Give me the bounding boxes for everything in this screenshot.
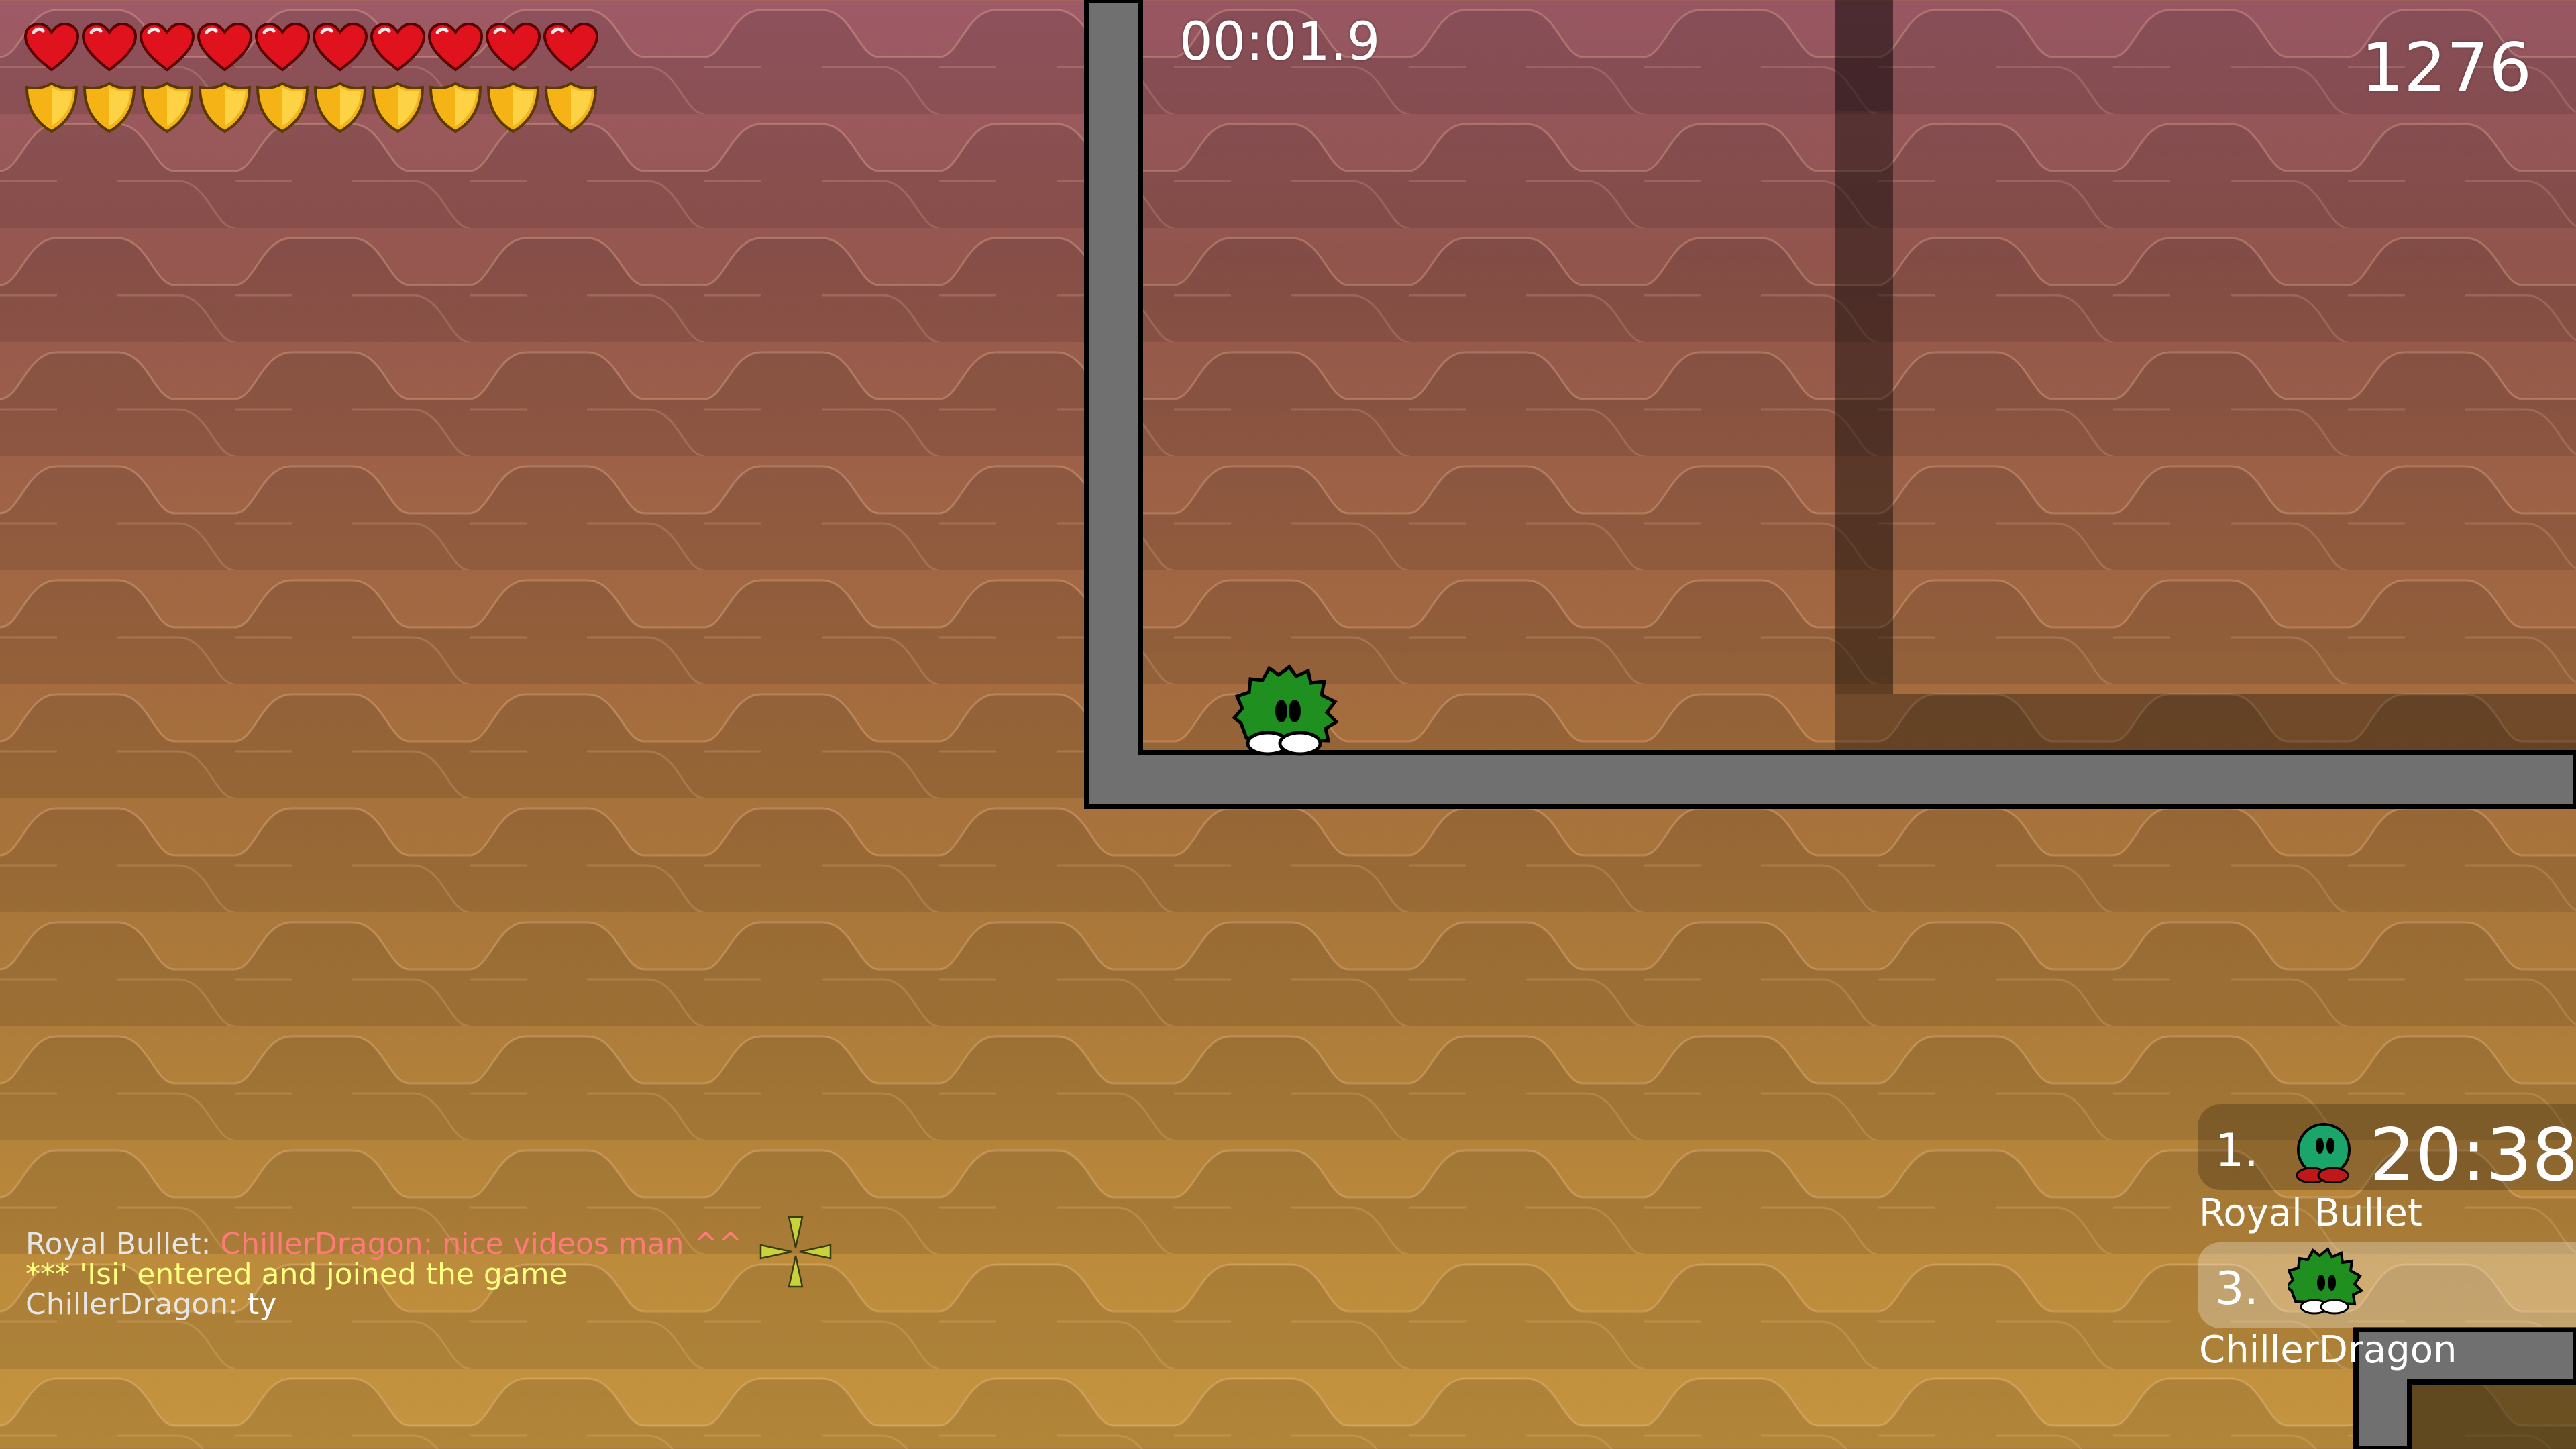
heart-icon xyxy=(81,23,138,72)
heart-icon xyxy=(254,23,311,72)
rank-entry-1-time: 20:38 xyxy=(2369,1114,2576,1197)
race-timer: 00:01.9 xyxy=(1179,12,1381,72)
armor-bar xyxy=(23,80,600,134)
shield-icon xyxy=(83,81,136,133)
rank-entry-1-avatar xyxy=(2296,1123,2351,1183)
chat-system-message: *** 'Isi' entered and joined the game xyxy=(25,1257,568,1291)
rank-entry-1-position: 1. xyxy=(2215,1124,2259,1177)
shield-icon xyxy=(198,81,252,133)
chat-separator: : xyxy=(228,1287,248,1322)
heart-icon xyxy=(312,23,368,72)
rank-entry-3-avatar xyxy=(2288,1246,2363,1315)
chat-message-highlight: ChillerDragon: nice videos man ^^ xyxy=(220,1227,743,1261)
chat-line: *** 'Isi' entered and joined the game xyxy=(25,1259,743,1289)
heart-icon xyxy=(427,23,484,72)
heart-icon xyxy=(23,23,80,72)
rank-entry-3-name: ChillerDragon xyxy=(2199,1328,2457,1372)
score-display: 1276 xyxy=(2361,28,2532,107)
rank-entry-3-position: 3. xyxy=(2215,1263,2259,1316)
crosshair-icon xyxy=(759,1216,832,1288)
heart-icon xyxy=(197,23,253,72)
chat-author: Royal Bullet xyxy=(25,1227,201,1261)
heart-icon xyxy=(543,23,599,72)
heart-icon xyxy=(139,23,195,72)
shield-icon xyxy=(371,81,425,133)
shield-icon xyxy=(313,81,367,133)
shield-icon xyxy=(140,81,194,133)
chat-line: Royal Bullet: ChillerDragon: nice videos… xyxy=(25,1229,743,1259)
shadow-ledge xyxy=(1835,694,2576,753)
race-ranking: 1. 20:38 Royal Bullet 3. ChillerDragon xyxy=(2198,1104,2576,1386)
chat-message: ty xyxy=(247,1287,277,1322)
shield-icon xyxy=(256,81,309,133)
chat-box: Royal Bullet: ChillerDragon: nice videos… xyxy=(25,1229,743,1320)
shield-icon xyxy=(544,81,598,133)
heart-icon xyxy=(485,23,541,72)
chat-author: ChillerDragon xyxy=(25,1287,229,1322)
heart-icon xyxy=(370,23,426,72)
shadow-top xyxy=(1835,0,1893,111)
shield-icon xyxy=(429,81,482,133)
chat-separator: : xyxy=(201,1227,221,1261)
shield-icon xyxy=(486,81,540,133)
shield-icon xyxy=(25,81,78,133)
corner-shadow xyxy=(2410,1382,2576,1449)
health-bar xyxy=(23,23,600,72)
rank-entry-1-name: Royal Bullet xyxy=(2199,1191,2422,1235)
chat-line: ChillerDragon: ty xyxy=(25,1289,743,1320)
